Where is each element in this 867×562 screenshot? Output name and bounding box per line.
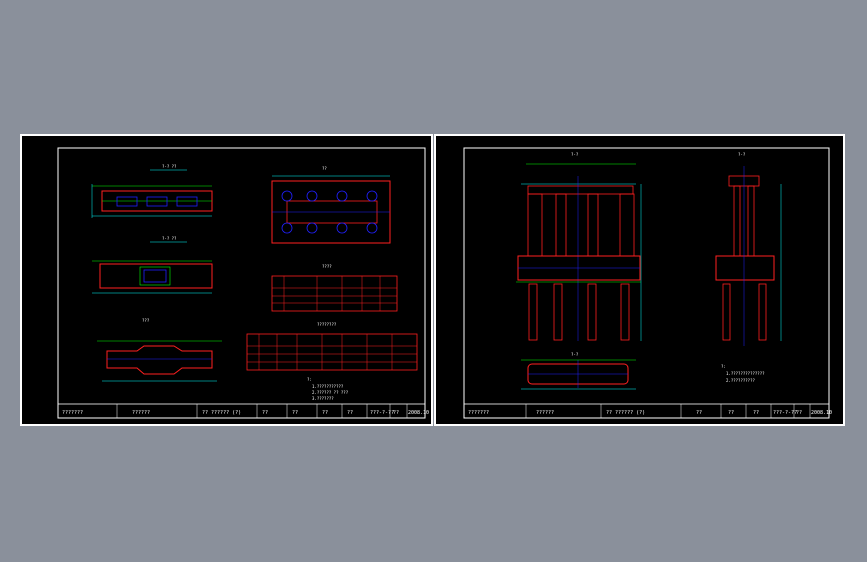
note-r-0: ?: [721,364,726,369]
tb-sheet-no: ???-?-?? [370,410,394,416]
tbr-sheet-no: ???-?-?? [773,410,797,416]
note-r-2: 2.?????????? [726,378,755,383]
tb-project: ??????? [62,410,83,416]
table2-title: ???????? [317,322,337,327]
side-view-label: ?-? [738,152,746,157]
notes-left: ?: 1.??????????? 2.?????? ?? ??? 3.?????… [307,377,349,401]
tbr-date: 2008.10 [811,410,832,416]
inner-frame [57,147,426,419]
plan-view-middle[interactable]: ?-? ?? [92,236,213,294]
tbr-c3: ?? [753,410,759,416]
plan-right-label: ?-? [571,352,579,357]
tb-c3: ?? [322,410,328,416]
title-block-left: ??????? ?????? ?? ?????? (?) ?? ?? ?? ??… [57,403,429,419]
sheet-right-canvas: ?-? ?-? ?-? ?: 1.?????????????? 2.??????… [463,147,832,419]
tbr-c1: ?? [696,410,702,416]
note-2: 2.?????? ?? ??? [312,390,349,395]
elevation-view[interactable]: ?-? [516,152,642,341]
elevation-label: ?-? [571,152,579,157]
tbr-project: ??????? [468,410,489,416]
tbr-drawing: ?????? [536,410,554,416]
tbr-scale: ?? [796,410,802,416]
tb-title: ?? ?????? (?) [202,410,241,416]
tb-scale: ?? [393,410,399,416]
tb-c2: ?? [292,410,298,416]
inner-frame-right [463,147,830,419]
plan-mid-label: ?-? ?? [162,236,177,241]
cad-viewport[interactable]: ?-? ?? ?-? ?? ??? ?? ???? ???????? ?: 1.… [0,0,867,562]
table1-title: ???? [322,264,332,269]
notes-right: ?: 1.?????????????? 2.?????????? [721,364,765,383]
tb-date: 2008.10 [408,410,429,416]
front-view[interactable]: ??? [97,318,222,382]
tb-c1: ?? [262,410,268,416]
tb-c4: ?? [347,410,353,416]
note-r-1: 1.?????????????? [726,371,765,376]
tb-drawing: ?????? [132,410,150,416]
note-1: 1.??????????? [312,384,344,389]
quantity-table-2: ???????? [246,322,418,371]
tbr-title: ?? ?????? (?) [606,410,645,416]
sheet-left-canvas: ?-? ?? ?-? ?? ??? ?? ???? ???????? ?: 1.… [57,147,429,419]
plan-view-top[interactable]: ?-? ?? [91,164,213,218]
plan-top-label: ?-? ?? [162,164,177,169]
hole-plan-view[interactable]: ?? [271,166,391,244]
hole-plan-label: ?? [322,166,327,171]
front-view-label: ??? [142,318,150,323]
title-block-right: ??????? ?????? ?? ?????? (?) ?? ?? ?? ??… [463,403,832,419]
tbr-c2: ?? [728,410,734,416]
side-view[interactable]: ?-? [715,152,782,346]
drawing-sheet-right[interactable]: ?-? ?-? ?-? ?: 1.?????????????? 2.??????… [434,134,845,426]
note-3: 3.??????? [312,396,334,401]
quantity-table-1: ???? [271,264,398,312]
note-0: ?: [307,377,312,382]
plan-view-right[interactable]: ?-? [521,352,636,390]
drawing-sheet-left[interactable]: ?-? ?? ?-? ?? ??? ?? ???? ???????? ?: 1.… [20,134,433,426]
